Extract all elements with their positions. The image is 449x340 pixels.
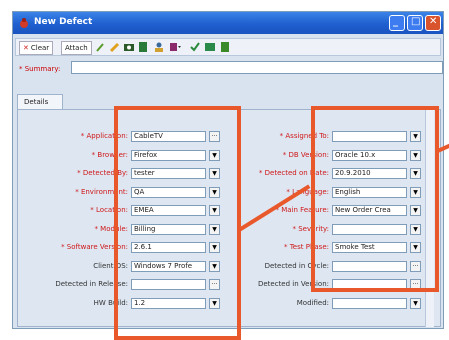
clear-label: Clear [30, 44, 50, 52]
highlight-left-box [114, 106, 241, 340]
clear-button[interactable]: ✕ Clear [19, 41, 54, 55]
camera-icon[interactable] [123, 41, 135, 53]
maximize-button[interactable]: □ [407, 15, 423, 31]
attach-label: Attach [65, 44, 88, 52]
tab-details[interactable]: Details [17, 94, 63, 110]
summary-input[interactable] [71, 61, 443, 74]
spelling-icon[interactable] [189, 41, 201, 53]
summary-label: * Summary: [19, 65, 61, 73]
pencil-icon[interactable] [109, 41, 121, 53]
field-label: Modified: [296, 298, 329, 307]
window-title: New Defect [34, 17, 93, 27]
bug-icon [20, 18, 28, 28]
options-dropdown-icon[interactable] [169, 41, 181, 53]
highlight-right-box [311, 106, 439, 292]
book-icon[interactable] [137, 41, 149, 53]
title-bar: New Defect _ □ ✕ [13, 12, 443, 34]
field-input[interactable] [332, 297, 407, 309]
notebook-icon[interactable] [219, 41, 231, 53]
clear-icon: ✕ [23, 44, 29, 52]
user-icon[interactable] [153, 41, 165, 53]
attach-button[interactable]: Attach [61, 41, 92, 55]
grid-icon[interactable] [204, 41, 216, 53]
chevron-down-icon[interactable]: ▼ [410, 297, 421, 309]
toolbar: ✕ Clear Attach [15, 38, 441, 56]
close-button[interactable]: ✕ [425, 15, 441, 31]
minimize-button[interactable]: _ [389, 15, 405, 31]
paperclip-icon[interactable] [94, 41, 106, 53]
